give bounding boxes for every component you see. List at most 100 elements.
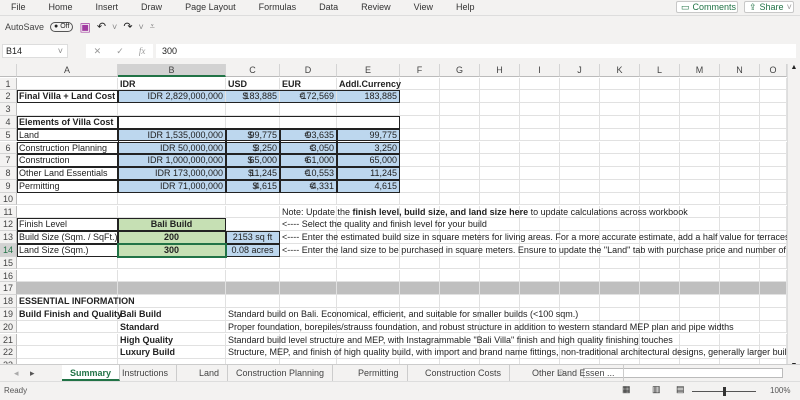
cell-H6[interactable] [480, 141, 520, 155]
zoom-slider-thumb[interactable] [723, 387, 726, 396]
row-header-16[interactable]: 16 [0, 269, 17, 283]
column-header-J[interactable]: J [560, 64, 600, 77]
cell-D18[interactable] [280, 295, 337, 308]
cell-K6[interactable] [600, 141, 640, 155]
cell-L5[interactable] [640, 128, 680, 142]
column-header-H[interactable]: H [480, 64, 520, 77]
menu-review[interactable]: Review [361, 2, 391, 12]
cell-G3[interactable] [440, 103, 480, 116]
cell-K12[interactable] [600, 218, 640, 232]
column-header-I[interactable]: I [520, 64, 560, 77]
cell-B22[interactable]: Luxury Build [118, 346, 226, 360]
cell-J15[interactable] [560, 256, 600, 270]
cell-L18[interactable] [640, 295, 680, 308]
cell-H3[interactable] [480, 103, 520, 116]
cell-F7[interactable] [400, 154, 440, 168]
cell-B3[interactable] [118, 103, 226, 116]
redo-dropdown-icon[interactable]: ˅ [139, 22, 144, 32]
column-header-N[interactable]: N [720, 64, 760, 77]
cell-C6[interactable]: $3,250 [226, 141, 280, 155]
row-header-19[interactable]: 19 [0, 307, 17, 321]
cell-A17[interactable] [17, 282, 118, 296]
cell-K9[interactable] [600, 179, 640, 193]
cell-A4[interactable]: Elements of Villa Cost [17, 115, 118, 129]
cell-M6[interactable] [680, 141, 720, 155]
cell-O11[interactable] [760, 205, 787, 219]
cell-C17[interactable] [226, 282, 280, 296]
cell-O20[interactable] [760, 320, 787, 334]
cell-O15[interactable] [760, 256, 787, 270]
cell-I9[interactable] [520, 179, 560, 193]
cell-H8[interactable] [480, 167, 520, 180]
cell-N1[interactable] [720, 77, 760, 91]
cell-C5[interactable]: $99,775 [226, 128, 280, 142]
cell-N2[interactable] [720, 90, 760, 104]
cell-E18[interactable] [337, 295, 400, 308]
cell-J8[interactable] [560, 167, 600, 180]
column-header-O[interactable]: O [760, 64, 787, 77]
cell-J3[interactable] [560, 103, 600, 116]
cell-C20[interactable]: Proper foundation, borepiles/strauss fou… [226, 320, 734, 334]
cell-A21[interactable] [17, 333, 118, 347]
row-header-12[interactable]: 12 [0, 218, 17, 232]
cell-I10[interactable] [520, 192, 560, 206]
save-icon[interactable]: ▣ [79, 20, 90, 34]
cell-O12[interactable] [760, 218, 787, 232]
cell-A12[interactable]: Finish Level [17, 218, 118, 232]
column-header-D[interactable]: D [280, 64, 337, 77]
customize-toolbar-icon[interactable]: ⩡ [150, 21, 155, 32]
cell-A1[interactable] [17, 77, 118, 91]
cell-D2[interactable]: €172,569 [280, 90, 337, 104]
cell-C22[interactable]: Structure, MEP, and finish of high quali… [226, 346, 787, 360]
cell-N11[interactable] [720, 205, 760, 219]
cell-G9[interactable] [440, 179, 480, 193]
sheet-tab-land[interactable]: Land [191, 365, 229, 381]
cell-C11[interactable] [226, 205, 280, 219]
cell-M4[interactable] [680, 115, 720, 129]
sheet-tab-construction-planning[interactable]: Construction Planning [228, 365, 334, 381]
cell-L12[interactable] [640, 218, 680, 232]
cell-H16[interactable] [480, 269, 520, 283]
cell-K8[interactable] [600, 167, 640, 180]
undo-dropdown-icon[interactable]: ˅ [112, 22, 117, 32]
cell-I16[interactable] [520, 269, 560, 283]
cell-O3[interactable] [760, 103, 787, 116]
row-header-15[interactable]: 15 [0, 256, 17, 270]
cell-N18[interactable] [720, 295, 760, 308]
cell-G4[interactable] [440, 115, 480, 129]
cell-A9[interactable]: Permitting [17, 179, 118, 193]
cell-E6[interactable]: 3,250 [337, 141, 400, 155]
cell-A6[interactable]: Construction Planning [17, 141, 118, 155]
cell-B6[interactable]: IDR 50,000,000 [118, 141, 226, 155]
row-header-10[interactable]: 10 [0, 192, 17, 206]
vertical-scrollbar[interactable]: ▲▼ [787, 64, 800, 369]
cell-C1[interactable]: USD [226, 77, 280, 91]
tab-prev-icon[interactable]: ◂ [14, 368, 19, 379]
cell-B20[interactable]: Standard [118, 320, 226, 334]
cell-I8[interactable] [520, 167, 560, 180]
cell-A15[interactable] [17, 256, 118, 270]
cell-K16[interactable] [600, 269, 640, 283]
cell-E2[interactable]: 183,885 [337, 90, 400, 104]
cell-L4[interactable] [640, 115, 680, 129]
cell-N12[interactable] [720, 218, 760, 232]
cell-D14[interactable]: <---- Enter the land size to be purchase… [280, 243, 787, 257]
cell-O21[interactable] [760, 333, 787, 347]
cell-M3[interactable] [680, 103, 720, 116]
cell-B13[interactable]: 200 [118, 231, 226, 244]
cell-O8[interactable] [760, 167, 787, 180]
cell-H7[interactable] [480, 154, 520, 168]
cell-J16[interactable] [560, 269, 600, 283]
cell-K15[interactable] [600, 256, 640, 270]
row-header-7[interactable]: 7 [0, 154, 17, 168]
column-header-E[interactable]: E [337, 64, 400, 77]
cell-M8[interactable] [680, 167, 720, 180]
cell-O19[interactable] [760, 307, 787, 321]
cell-A10[interactable] [17, 192, 118, 206]
cell-D5[interactable]: €93,635 [280, 128, 337, 142]
cell-C9[interactable]: $4,615 [226, 179, 280, 193]
cell-A19[interactable]: Build Finish and Quality [17, 307, 122, 321]
redo-icon[interactable]: ↷ [123, 20, 132, 33]
row-header-20[interactable]: 20 [0, 320, 17, 334]
cell-H9[interactable] [480, 179, 520, 193]
